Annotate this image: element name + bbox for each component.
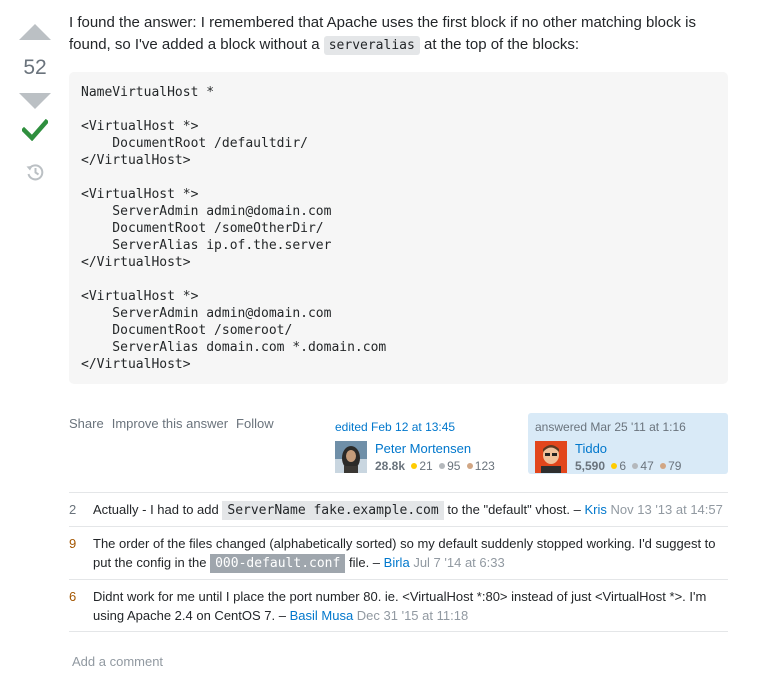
comments-list: 2 Actually - I had to add ServerName fak… [69, 492, 728, 632]
editor-silver-count: 95 [447, 459, 461, 473]
gold-badge-icon [611, 463, 618, 470]
editor-rep-score: 28.8k [375, 459, 406, 473]
owner-signature: answered Mar 25 '11 at 1:16 Tiddo 5,590 … [528, 413, 728, 474]
comment-score: 2 [69, 502, 77, 517]
comment-user[interactable]: Basil Musa [290, 608, 354, 623]
edited-time-text[interactable]: edited Feb 12 at 13:45 [335, 420, 455, 434]
answer-intro: I found the answer: I remembered that Ap… [69, 12, 729, 57]
owner-gold-count: 6 [619, 459, 627, 473]
comment-text-after: file. – [348, 555, 381, 570]
editor-avatar[interactable] [335, 441, 367, 473]
silver-badge-icon [439, 463, 446, 470]
comment-text-after: to the "default" vhost. – [447, 502, 581, 517]
comment-item: 2 Actually - I had to add ServerName fak… [69, 493, 728, 527]
silver-badge-icon [632, 463, 639, 470]
gold-badge-icon [411, 463, 418, 470]
bronze-badge-icon [466, 463, 473, 470]
add-comment-link[interactable]: Add a comment [72, 654, 163, 669]
comment-score: 6 [69, 589, 77, 604]
share-link[interactable]: Share [69, 416, 104, 431]
post-menu: Share Improve this answer Follow [69, 416, 274, 431]
comment-user[interactable]: Kris [585, 502, 607, 517]
intro-text-after: at the top of the blocks: [423, 36, 580, 53]
editor-name[interactable]: Peter Mortensen [375, 441, 495, 457]
comment-user[interactable]: Birla [384, 555, 410, 570]
comment-text: Didnt work for me until I place the port… [93, 587, 728, 625]
owner-silver-count: 47 [640, 459, 654, 473]
comment-text: The order of the files changed (alphabet… [93, 534, 728, 573]
vote-down-icon[interactable] [19, 93, 51, 109]
editor-signature: edited Feb 12 at 13:45 Peter Mortensen 2… [335, 420, 515, 474]
edited-time-link[interactable]: edited Feb 12 at 13:45 [335, 420, 515, 434]
comment-date[interactable]: Dec 31 '15 at 11:18 [357, 608, 468, 623]
comment-item: 6 Didnt work for me until I place the po… [69, 580, 728, 632]
vote-cell: 52 [14, 24, 56, 187]
intro-inline-code: serveralias [323, 36, 420, 55]
editor-gold-count: 21 [419, 459, 433, 473]
code-block: NameVirtualHost * <VirtualHost *> Docume… [69, 72, 728, 384]
follow-link[interactable]: Follow [236, 416, 274, 431]
editor-reputation: 28.8k 21 95 123 [375, 458, 495, 474]
comment-text: Actually - I had to add ServerName fake.… [93, 500, 728, 520]
answered-time[interactable]: answered Mar 25 '11 at 1:16 [535, 420, 721, 434]
comment-score: 9 [69, 536, 77, 551]
improve-answer-link[interactable]: Improve this answer [112, 416, 228, 431]
vote-score: 52 [23, 56, 47, 79]
comment-item: 9 The order of the files changed (alphab… [69, 527, 728, 580]
bronze-badge-icon [660, 463, 667, 470]
owner-bronze-count: 79 [668, 459, 682, 473]
owner-reputation: 5,590 6 47 79 [575, 458, 681, 474]
owner-name[interactable]: Tiddo [575, 441, 681, 457]
comment-date[interactable]: Nov 13 '13 at 14:57 [611, 502, 723, 517]
editor-bronze-count: 123 [474, 459, 495, 473]
answer-body: I found the answer: I remembered that Ap… [69, 12, 729, 384]
history-icon[interactable] [25, 162, 45, 187]
owner-rep-score: 5,590 [575, 459, 606, 473]
comment-inline-code: 000-default.conf [210, 554, 346, 573]
comment-date[interactable]: Jul 7 '14 at 6:33 [413, 555, 504, 570]
owner-avatar[interactable] [535, 441, 567, 473]
comment-inline-code: ServerName fake.example.com [222, 501, 444, 520]
comment-text-before: Actually - I had to add [93, 502, 219, 517]
accepted-check-icon[interactable] [20, 118, 50, 146]
vote-up-icon[interactable] [19, 24, 51, 40]
